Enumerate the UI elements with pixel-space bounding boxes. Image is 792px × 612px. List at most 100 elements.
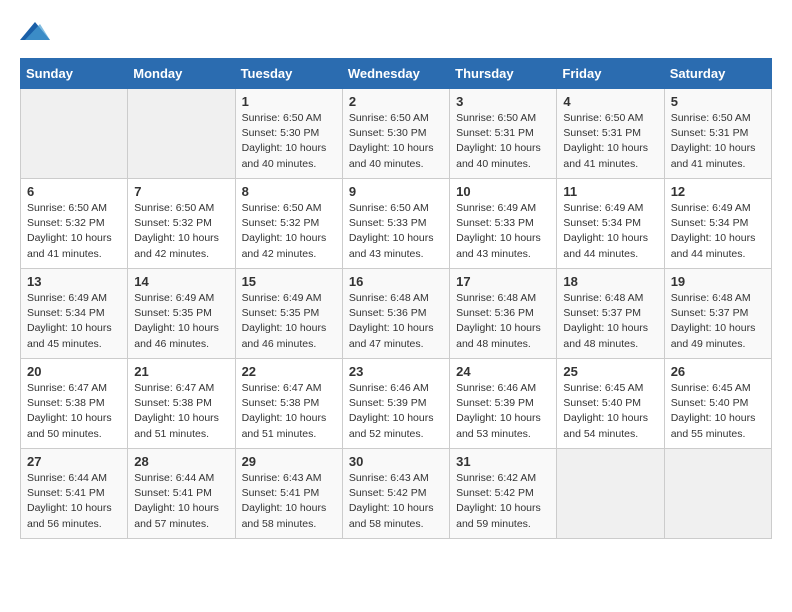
- day-number: 15: [242, 274, 336, 289]
- day-number: 24: [456, 364, 550, 379]
- calendar-cell: 12 Sunrise: 6:49 AMSunset: 5:34 PMDayligh…: [664, 179, 771, 269]
- day-number: 21: [134, 364, 228, 379]
- weekday-header-thursday: Thursday: [450, 59, 557, 89]
- day-info: Sunrise: 6:49 AMSunset: 5:35 PMDaylight:…: [242, 291, 336, 352]
- calendar-cell: 18 Sunrise: 6:48 AMSunset: 5:37 PMDayligh…: [557, 269, 664, 359]
- day-info: Sunrise: 6:45 AMSunset: 5:40 PMDaylight:…: [563, 381, 657, 442]
- calendar-cell: 22 Sunrise: 6:47 AMSunset: 5:38 PMDayligh…: [235, 359, 342, 449]
- day-info: Sunrise: 6:47 AMSunset: 5:38 PMDaylight:…: [134, 381, 228, 442]
- day-number: 31: [456, 454, 550, 469]
- logo: [20, 20, 52, 42]
- day-info: Sunrise: 6:47 AMSunset: 5:38 PMDaylight:…: [242, 381, 336, 442]
- day-number: 26: [671, 364, 765, 379]
- day-info: Sunrise: 6:48 AMSunset: 5:36 PMDaylight:…: [349, 291, 443, 352]
- day-number: 13: [27, 274, 121, 289]
- day-number: 22: [242, 364, 336, 379]
- day-number: 27: [27, 454, 121, 469]
- page-header: [20, 20, 772, 42]
- day-info: Sunrise: 6:48 AMSunset: 5:37 PMDaylight:…: [671, 291, 765, 352]
- calendar-cell: 26 Sunrise: 6:45 AMSunset: 5:40 PMDayligh…: [664, 359, 771, 449]
- calendar-week-5: 27 Sunrise: 6:44 AMSunset: 5:41 PMDayligh…: [21, 449, 772, 539]
- calendar-cell: 25 Sunrise: 6:45 AMSunset: 5:40 PMDayligh…: [557, 359, 664, 449]
- day-info: Sunrise: 6:49 AMSunset: 5:34 PMDaylight:…: [563, 201, 657, 262]
- day-info: Sunrise: 6:46 AMSunset: 5:39 PMDaylight:…: [456, 381, 550, 442]
- calendar-cell: 17 Sunrise: 6:48 AMSunset: 5:36 PMDayligh…: [450, 269, 557, 359]
- calendar-cell: 3 Sunrise: 6:50 AMSunset: 5:31 PMDaylight…: [450, 89, 557, 179]
- calendar-cell: 7Sunrise: 6:50 AMSunset: 5:32 PMDaylight…: [128, 179, 235, 269]
- day-number: 5: [671, 94, 765, 109]
- calendar-cell: 21 Sunrise: 6:47 AMSunset: 5:38 PMDayligh…: [128, 359, 235, 449]
- weekday-header-tuesday: Tuesday: [235, 59, 342, 89]
- calendar-cell: 23 Sunrise: 6:46 AMSunset: 5:39 PMDayligh…: [342, 359, 449, 449]
- weekday-header-sunday: Sunday: [21, 59, 128, 89]
- calendar-cell: 14Sunrise: 6:49 AMSunset: 5:35 PMDayligh…: [128, 269, 235, 359]
- calendar-cell: 28 Sunrise: 6:44 AMSunset: 5:41 PMDayligh…: [128, 449, 235, 539]
- calendar-cell: [664, 449, 771, 539]
- calendar-cell: [557, 449, 664, 539]
- day-number: 1: [242, 94, 336, 109]
- day-info: Sunrise: 6:50 AMSunset: 5:33 PMDaylight:…: [349, 201, 443, 262]
- day-info: Sunrise: 6:49 AMSunset: 5:34 PMDaylight:…: [27, 291, 121, 352]
- day-number: 4: [563, 94, 657, 109]
- weekday-header-monday: Monday: [128, 59, 235, 89]
- calendar-cell: 16Sunrise: 6:48 AMSunset: 5:36 PMDayligh…: [342, 269, 449, 359]
- calendar-cell: 9 Sunrise: 6:50 AMSunset: 5:33 PMDaylight…: [342, 179, 449, 269]
- calendar-cell: 20Sunrise: 6:47 AMSunset: 5:38 PMDayligh…: [21, 359, 128, 449]
- day-number: 17: [456, 274, 550, 289]
- calendar-cell: 13 Sunrise: 6:49 AMSunset: 5:34 PMDayligh…: [21, 269, 128, 359]
- calendar-cell: 5Sunrise: 6:50 AMSunset: 5:31 PMDaylight…: [664, 89, 771, 179]
- day-info: Sunrise: 6:42 AMSunset: 5:42 PMDaylight:…: [456, 471, 550, 532]
- day-number: 11: [563, 184, 657, 199]
- day-info: Sunrise: 6:49 AMSunset: 5:35 PMDaylight:…: [134, 291, 228, 352]
- day-number: 9: [349, 184, 443, 199]
- day-number: 23: [349, 364, 443, 379]
- day-number: 10: [456, 184, 550, 199]
- day-number: 8: [242, 184, 336, 199]
- calendar-cell: 1Sunrise: 6:50 AMSunset: 5:30 PMDaylight…: [235, 89, 342, 179]
- calendar-table: SundayMondayTuesdayWednesdayThursdayFrid…: [20, 58, 772, 539]
- day-number: 25: [563, 364, 657, 379]
- calendar-cell: [128, 89, 235, 179]
- day-info: Sunrise: 6:43 AMSunset: 5:42 PMDaylight:…: [349, 471, 443, 532]
- day-info: Sunrise: 6:50 AMSunset: 5:32 PMDaylight:…: [242, 201, 336, 262]
- day-info: Sunrise: 6:43 AMSunset: 5:41 PMDaylight:…: [242, 471, 336, 532]
- day-number: 19: [671, 274, 765, 289]
- day-info: Sunrise: 6:44 AMSunset: 5:41 PMDaylight:…: [27, 471, 121, 532]
- day-number: 12: [671, 184, 765, 199]
- day-info: Sunrise: 6:44 AMSunset: 5:41 PMDaylight:…: [134, 471, 228, 532]
- calendar-cell: 2Sunrise: 6:50 AMSunset: 5:30 PMDaylight…: [342, 89, 449, 179]
- day-info: Sunrise: 6:48 AMSunset: 5:36 PMDaylight:…: [456, 291, 550, 352]
- day-number: 18: [563, 274, 657, 289]
- day-info: Sunrise: 6:50 AMSunset: 5:31 PMDaylight:…: [456, 111, 550, 172]
- day-number: 29: [242, 454, 336, 469]
- day-number: 6: [27, 184, 121, 199]
- calendar-cell: 29 Sunrise: 6:43 AMSunset: 5:41 PMDayligh…: [235, 449, 342, 539]
- calendar-week-1: 1Sunrise: 6:50 AMSunset: 5:30 PMDaylight…: [21, 89, 772, 179]
- weekday-header-saturday: Saturday: [664, 59, 771, 89]
- day-number: 7: [134, 184, 228, 199]
- calendar-week-4: 20 Sunrise: 6:47 AMSunset: 5:38 PMDayligh…: [21, 359, 772, 449]
- day-info: Sunrise: 6:46 AMSunset: 5:39 PMDaylight:…: [349, 381, 443, 442]
- calendar-cell: 27 Sunrise: 6:44 AMSunset: 5:41 PMDayligh…: [21, 449, 128, 539]
- calendar-cell: 24 Sunrise: 6:46 AMSunset: 5:39 PMDayligh…: [450, 359, 557, 449]
- day-number: 28: [134, 454, 228, 469]
- calendar-cell: 10Sunrise: 6:49 AMSunset: 5:33 PMDayligh…: [450, 179, 557, 269]
- day-number: 20: [27, 364, 121, 379]
- day-info: Sunrise: 6:45 AMSunset: 5:40 PMDaylight:…: [671, 381, 765, 442]
- logo-icon: [20, 20, 48, 42]
- calendar-cell: 8 Sunrise: 6:50 AMSunset: 5:32 PMDaylight…: [235, 179, 342, 269]
- day-info: Sunrise: 6:50 AMSunset: 5:32 PMDaylight:…: [27, 201, 121, 262]
- calendar-cell: 31 Sunrise: 6:42 AMSunset: 5:42 PMDayligh…: [450, 449, 557, 539]
- calendar-cell: 11 Sunrise: 6:49 AMSunset: 5:34 PMDayligh…: [557, 179, 664, 269]
- calendar-cell: 30 Sunrise: 6:43 AMSunset: 5:42 PMDayligh…: [342, 449, 449, 539]
- day-number: 2: [349, 94, 443, 109]
- calendar-cell: 4Sunrise: 6:50 AMSunset: 5:31 PMDaylight…: [557, 89, 664, 179]
- day-info: Sunrise: 6:48 AMSunset: 5:37 PMDaylight:…: [563, 291, 657, 352]
- day-info: Sunrise: 6:49 AMSunset: 5:34 PMDaylight:…: [671, 201, 765, 262]
- calendar-week-3: 13 Sunrise: 6:49 AMSunset: 5:34 PMDayligh…: [21, 269, 772, 359]
- day-number: 3: [456, 94, 550, 109]
- weekday-header-row: SundayMondayTuesdayWednesdayThursdayFrid…: [21, 59, 772, 89]
- weekday-header-wednesday: Wednesday: [342, 59, 449, 89]
- day-number: 30: [349, 454, 443, 469]
- calendar-week-2: 6 Sunrise: 6:50 AMSunset: 5:32 PMDaylight…: [21, 179, 772, 269]
